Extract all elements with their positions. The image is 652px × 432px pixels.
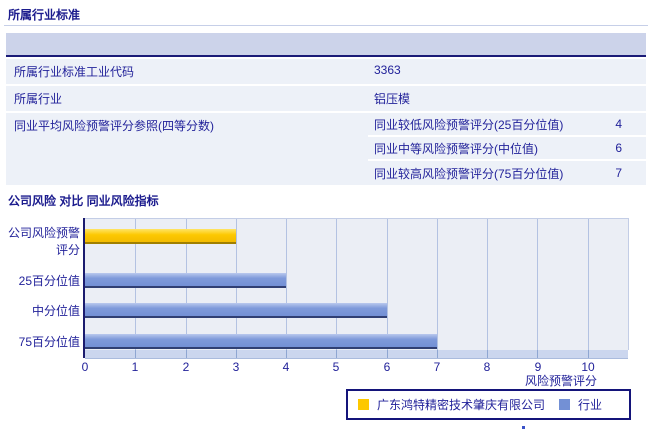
axis-tick-mark-4 <box>286 350 287 358</box>
axis-tick-mark-1 <box>135 350 136 358</box>
gridline-x-7 <box>437 219 438 350</box>
x-tick-label-6: 6 <box>383 360 391 374</box>
industry-standard-table: 所属行业标准工业代码 3363 所属行业 铝压模 同业平均风险预警评分参照(四等… <box>6 33 646 185</box>
bar-industry-2 <box>85 303 387 318</box>
axis-tick-mark-5 <box>336 350 337 358</box>
table-row: 同业平均风险预警评分参照(四等分数) 同业较低风险预警评分(25百分位值) 4 … <box>6 113 646 185</box>
gridline-x-4 <box>286 219 287 350</box>
company-series-swatch-icon <box>358 399 369 410</box>
sub-value-low-risk: 4 <box>615 117 622 131</box>
sub-row-high-risk: 同业较高风险预警评分(75百分位值) 7 <box>368 161 646 185</box>
axis-tick-mark-7 <box>437 350 438 358</box>
gridline-x-8 <box>487 219 488 350</box>
gridline-x-6 <box>387 219 388 350</box>
industry-series-label: 行业 <box>578 398 603 412</box>
stray-dot <box>522 426 525 429</box>
company-series-label: 广东鸿特精密技术肇庆有限公司 <box>377 398 546 412</box>
bar-company-0 <box>85 229 236 244</box>
gridline-x-10 <box>588 219 589 350</box>
x-tick-label-8: 8 <box>483 360 491 374</box>
x-axis-title: 风险预警评分 <box>524 374 597 388</box>
sub-row-low-risk: 同业较低风险预警评分(25百分位值) 4 <box>368 113 646 137</box>
peer-reference-subtable: 同业较低风险预警评分(25百分位值) 4 同业中等风险预警评分(中位值) 6 同… <box>368 113 646 185</box>
x-tick-label-1: 1 <box>131 360 139 374</box>
industry-series-swatch-icon <box>559 399 571 410</box>
x-tick-label-3: 3 <box>232 360 240 374</box>
category-label-3: 75百分位值 <box>18 335 80 349</box>
axis-tick-mark-2 <box>186 350 187 358</box>
chart-legend: 广东鸿特精密技术肇庆有限公司 行业 <box>346 389 631 420</box>
sub-value-medium-risk: 6 <box>615 141 622 155</box>
category-label-0: 公司风险预警评分 <box>7 226 80 257</box>
x-tick-label-5: 5 <box>332 360 340 374</box>
sub-label-high-risk: 同业较高风险预警评分(75百分位值) <box>374 166 564 181</box>
category-label-1: 25百分位值 <box>18 274 80 288</box>
section-title-comparison: 公司风险 对比 同业风险指标 <box>8 194 159 208</box>
x-tick-label-4: 4 <box>282 360 290 374</box>
axis-tick-mark-10 <box>588 350 589 358</box>
x-tick-label-7: 7 <box>433 360 441 374</box>
bar-industry-1 <box>85 273 286 288</box>
axis-tick-mark-6 <box>387 350 388 358</box>
axis-tick-mark-9 <box>537 350 538 358</box>
bar-industry-3 <box>85 334 437 349</box>
gridline-x-9 <box>537 219 538 350</box>
row-label-industry: 所属行业 <box>14 92 63 106</box>
sub-row-medium-risk: 同业中等风险预警评分(中位值) 6 <box>368 137 646 161</box>
row-label-peer-reference: 同业平均风险预警评分参照(四等分数) <box>14 119 214 133</box>
axis-tick-mark-3 <box>236 350 237 358</box>
plot-area <box>85 218 629 350</box>
axis-tick-mark-8 <box>487 350 488 358</box>
table-header-band <box>6 33 646 57</box>
x-tick-label-2: 2 <box>182 360 190 374</box>
row-value-industry: 铝压模 <box>374 92 411 106</box>
sub-label-medium-risk: 同业中等风险预警评分(中位值) <box>374 141 538 156</box>
sub-value-high-risk: 7 <box>615 166 622 180</box>
table-row: 所属行业标准工业代码 3363 <box>6 59 646 84</box>
row-label-industry-code: 所属行业标准工业代码 <box>14 65 135 79</box>
table-row: 所属行业 铝压模 <box>6 86 646 111</box>
row-value-industry-code: 3363 <box>374 63 401 77</box>
x-axis-strip <box>85 350 628 359</box>
industry-risk-report: 所属行业标准 所属行业标准工业代码 3363 所属行业 铝压模 同业平均风险预警… <box>0 0 652 432</box>
x-tick-label-0: 0 <box>81 360 89 374</box>
category-label-2: 中分位值 <box>31 304 80 318</box>
sub-label-low-risk: 同业较低风险预警评分(25百分位值) <box>374 117 564 132</box>
gridline-x-5 <box>336 219 337 350</box>
y-axis-line <box>83 218 85 358</box>
title-divider <box>4 25 648 26</box>
section-title-industry-standard: 所属行业标准 <box>8 8 81 22</box>
